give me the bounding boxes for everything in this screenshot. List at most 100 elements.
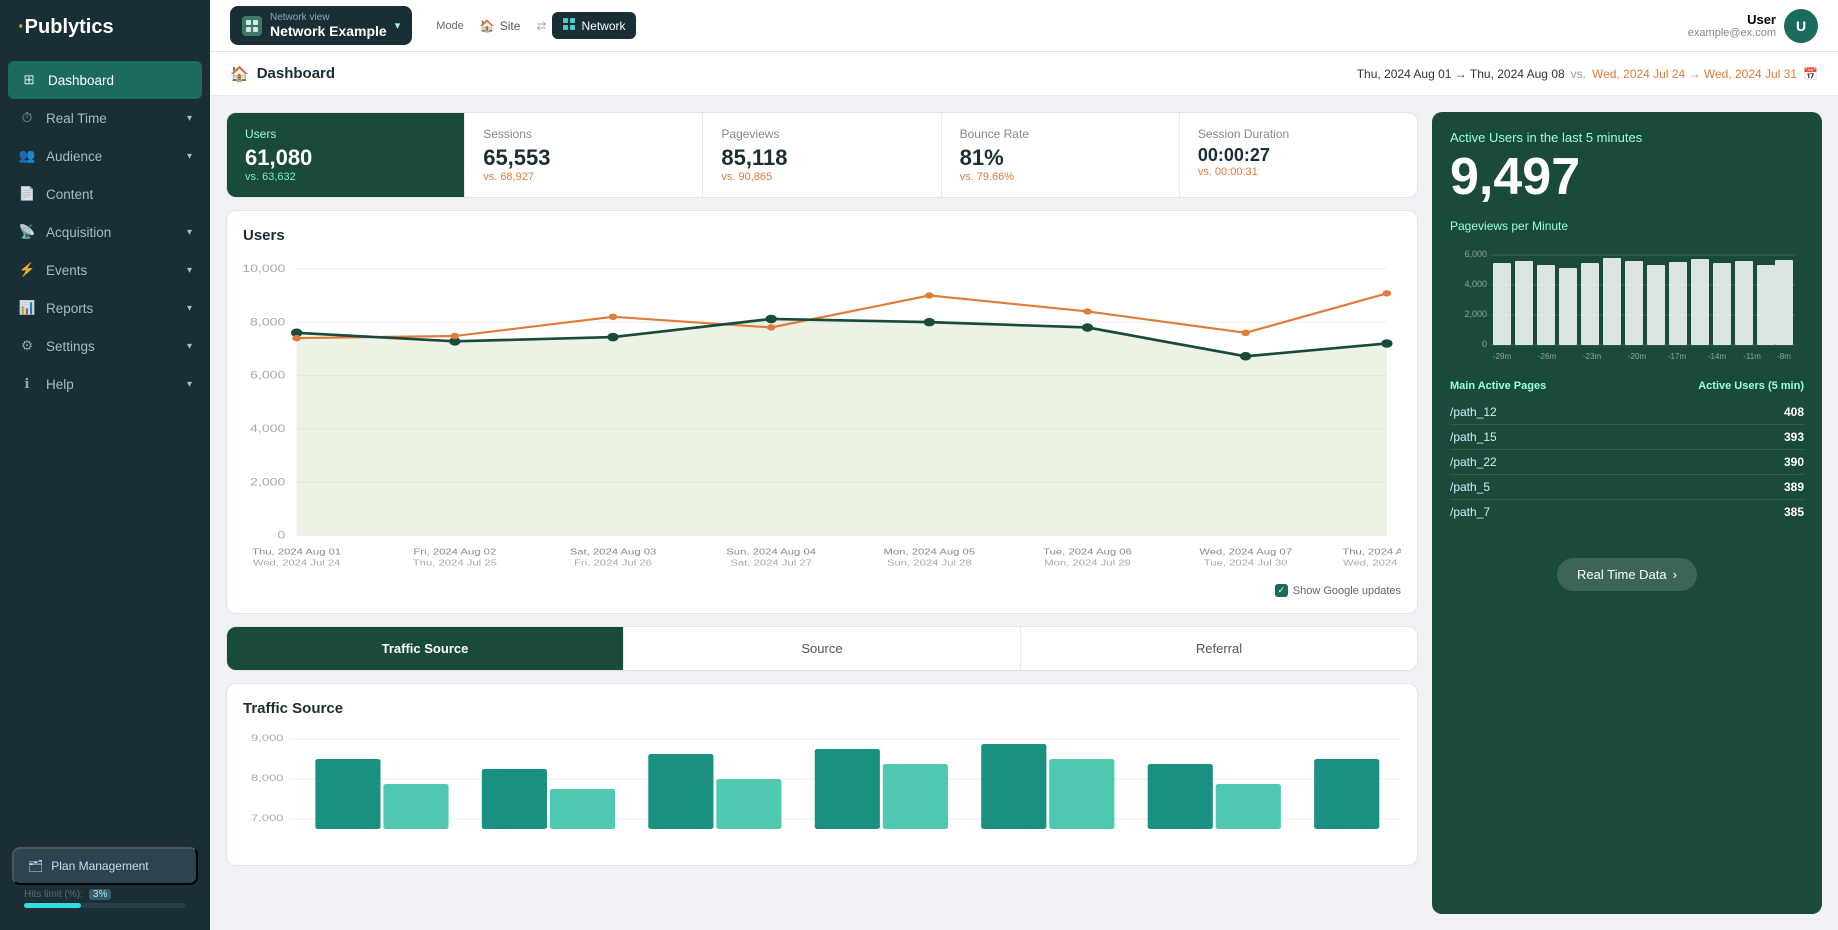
tabs-row: Traffic Source Source Referral (226, 626, 1418, 671)
mode-site-label: Site (500, 19, 521, 33)
page-row: /path_5 389 (1450, 475, 1804, 500)
tab-source[interactable]: Source (624, 627, 1021, 670)
sidebar-item-label: Real Time (46, 111, 107, 126)
chevron-down-icon: ▾ (187, 379, 192, 390)
sidebar-item-help[interactable]: ℹ Help ▾ (0, 365, 210, 403)
pageviews-per-minute-label: Pageviews per Minute (1450, 219, 1804, 233)
chart-title: Users (243, 227, 1401, 244)
sidebar-item-dashboard[interactable]: ⊞ Dashboard (8, 61, 202, 99)
users-chart-svg: 10,000 8,000 6,000 4,000 2,000 0 (243, 256, 1401, 576)
page-row: /path_15 393 (1450, 425, 1804, 450)
sidebar-item-content[interactable]: 📄 Content (0, 175, 210, 213)
stat-sessions: Sessions 65,553 vs. 68,927 (465, 113, 703, 197)
stats-row: Users 61,080 vs. 63,632 Sessions 65,553 … (226, 112, 1418, 198)
stat-vs: vs. 00:00:31 (1198, 166, 1399, 178)
page-row: /path_22 390 (1450, 450, 1804, 475)
chevron-down-icon: ▾ (395, 19, 401, 32)
svg-text:10,000: 10,000 (243, 263, 285, 275)
page-path: /path_22 (1450, 455, 1497, 469)
stat-vs: vs. 68,927 (483, 171, 684, 183)
chevron-down-icon: ▾ (187, 151, 192, 162)
stat-label: Users (245, 127, 446, 141)
stat-label: Sessions (483, 127, 684, 141)
svg-text:Thu, 2024 Aug 01: Thu, 2024 Aug 01 (252, 548, 342, 557)
chevron-down-icon: ▾ (187, 341, 192, 352)
svg-text:-11m: -11m (1743, 352, 1761, 361)
svg-text:6,000: 6,000 (1464, 249, 1487, 259)
sidebar-item-realtime[interactable]: ⏱ Real Time ▾ (0, 99, 210, 137)
chevron-right-icon: › (1673, 567, 1677, 582)
svg-text:Thu, 2024 Jul 25: Thu, 2024 Jul 25 (413, 559, 498, 568)
show-updates[interactable]: ✓ Show Google updates (243, 584, 1401, 597)
sidebar-item-label: Events (46, 263, 87, 278)
mode-network-button[interactable]: Network (552, 12, 635, 39)
chevron-down-icon: ▾ (187, 303, 192, 314)
acquisition-icon: 📡 (18, 223, 36, 241)
svg-text:Sat, 2024 Aug 03: Sat, 2024 Aug 03 (570, 548, 657, 557)
sparkline-area: 6,000 4,000 2,000 0 (1450, 243, 1804, 366)
svg-text:-23m: -23m (1583, 352, 1602, 361)
sidebar-item-events[interactable]: ⚡ Events ▾ (0, 251, 210, 289)
sidebar-item-audience[interactable]: 👥 Audience ▾ (0, 137, 210, 175)
active-users-count: 9,497 (1450, 151, 1804, 203)
svg-text:2,000: 2,000 (250, 476, 285, 488)
settings-icon: ⚙ (18, 337, 36, 355)
svg-text:8,000: 8,000 (250, 316, 285, 328)
stat-session-duration: Session Duration 00:00:27 vs. 00:00:31 (1180, 113, 1417, 197)
sidebar-item-reports[interactable]: 📊 Reports ▾ (0, 289, 210, 327)
stat-label: Pageviews (721, 127, 922, 141)
svg-text:-17m: -17m (1668, 352, 1687, 361)
sidebar-item-label: Acquisition (46, 225, 111, 240)
checkbox-icon: ✓ (1275, 584, 1288, 597)
svg-text:7,000: 7,000 (251, 814, 284, 824)
pages-header-left: Main Active Pages (1450, 380, 1546, 392)
sidebar-item-label: Help (46, 377, 74, 392)
sidebar-item-label: Settings (46, 339, 95, 354)
svg-text:Sun, 2024 Jul 28: Sun, 2024 Jul 28 (887, 559, 972, 568)
tab-traffic-source[interactable]: Traffic Source (227, 627, 624, 670)
calendar-icon[interactable]: 📅 (1803, 67, 1818, 81)
content-icon: 📄 (18, 185, 36, 203)
network-selector[interactable]: Network view Network Example ▾ (230, 6, 412, 45)
svg-text:Fri, 2024 Aug 02: Fri, 2024 Aug 02 (413, 548, 496, 557)
plan-icon: 🗂 (28, 859, 43, 873)
sidebar-item-settings[interactable]: ⚙ Settings ▾ (0, 327, 210, 365)
mode-site-button[interactable]: 🏠 Site (470, 14, 531, 38)
stat-value: 61,080 (245, 145, 446, 171)
svg-text:Sat, 2024 Jul 27: Sat, 2024 Jul 27 (730, 559, 812, 568)
sidebar-bottom: 🗂 Plan Management Hits limit (%): 3% (0, 835, 210, 930)
stat-value: 00:00:27 (1198, 145, 1399, 166)
svg-text:2,000: 2,000 (1464, 309, 1487, 319)
stat-users: Users 61,080 vs. 63,632 (227, 113, 465, 197)
active-users-card: Active Users in the last 5 minutes 9,497… (1432, 112, 1822, 914)
svg-text:Tue, 2024 Aug 06: Tue, 2024 Aug 06 (1043, 548, 1132, 557)
tab-referral[interactable]: Referral (1021, 627, 1417, 670)
topbar: Network view Network Example ▾ Mode 🏠 Si… (210, 0, 1838, 52)
page-row: /path_12 408 (1450, 400, 1804, 425)
stat-pageviews: Pageviews 85,118 vs. 90,865 (703, 113, 941, 197)
realtime-data-button[interactable]: Real Time Data › (1557, 558, 1697, 591)
user-area[interactable]: User example@ex.com U (1688, 9, 1818, 43)
svg-text:Thu, 2024 Aug 08: Thu, 2024 Aug 08 (1342, 548, 1401, 557)
svg-text:9,000: 9,000 (251, 734, 284, 744)
reports-icon: 📊 (18, 299, 36, 317)
sidebar-item-label: Dashboard (48, 73, 114, 88)
plan-management-button[interactable]: 🗂 Plan Management (12, 847, 198, 885)
page-path: /path_12 (1450, 405, 1497, 419)
sidebar: ·Publytics ⊞ Dashboard ⏱ Real Time ▾ 👥 A… (0, 0, 210, 930)
mode-label: Mode (436, 20, 464, 32)
network-icon (242, 16, 262, 36)
logo-area: ·Publytics (0, 0, 210, 55)
left-panel: Users 61,080 vs. 63,632 Sessions 65,553 … (226, 112, 1418, 914)
sidebar-item-acquisition[interactable]: 📡 Acquisition ▾ (0, 213, 210, 251)
chevron-down-icon: ▾ (187, 113, 192, 124)
avatar: U (1784, 9, 1818, 43)
stat-value: 65,553 (483, 145, 684, 171)
svg-text:Mon, 2024 Aug 05: Mon, 2024 Aug 05 (884, 548, 976, 557)
svg-text:Wed, 2024 Jul 24: Wed, 2024 Jul 24 (253, 559, 341, 568)
stat-bounce-rate: Bounce Rate 81% vs. 79.66% (942, 113, 1180, 197)
svg-text:-20m: -20m (1628, 352, 1647, 361)
page-title: Dashboard (257, 65, 335, 82)
svg-text:Mon, 2024 Jul 29: Mon, 2024 Jul 29 (1044, 559, 1131, 568)
svg-text:Fri, 2024 Jul 26: Fri, 2024 Jul 26 (574, 559, 652, 568)
